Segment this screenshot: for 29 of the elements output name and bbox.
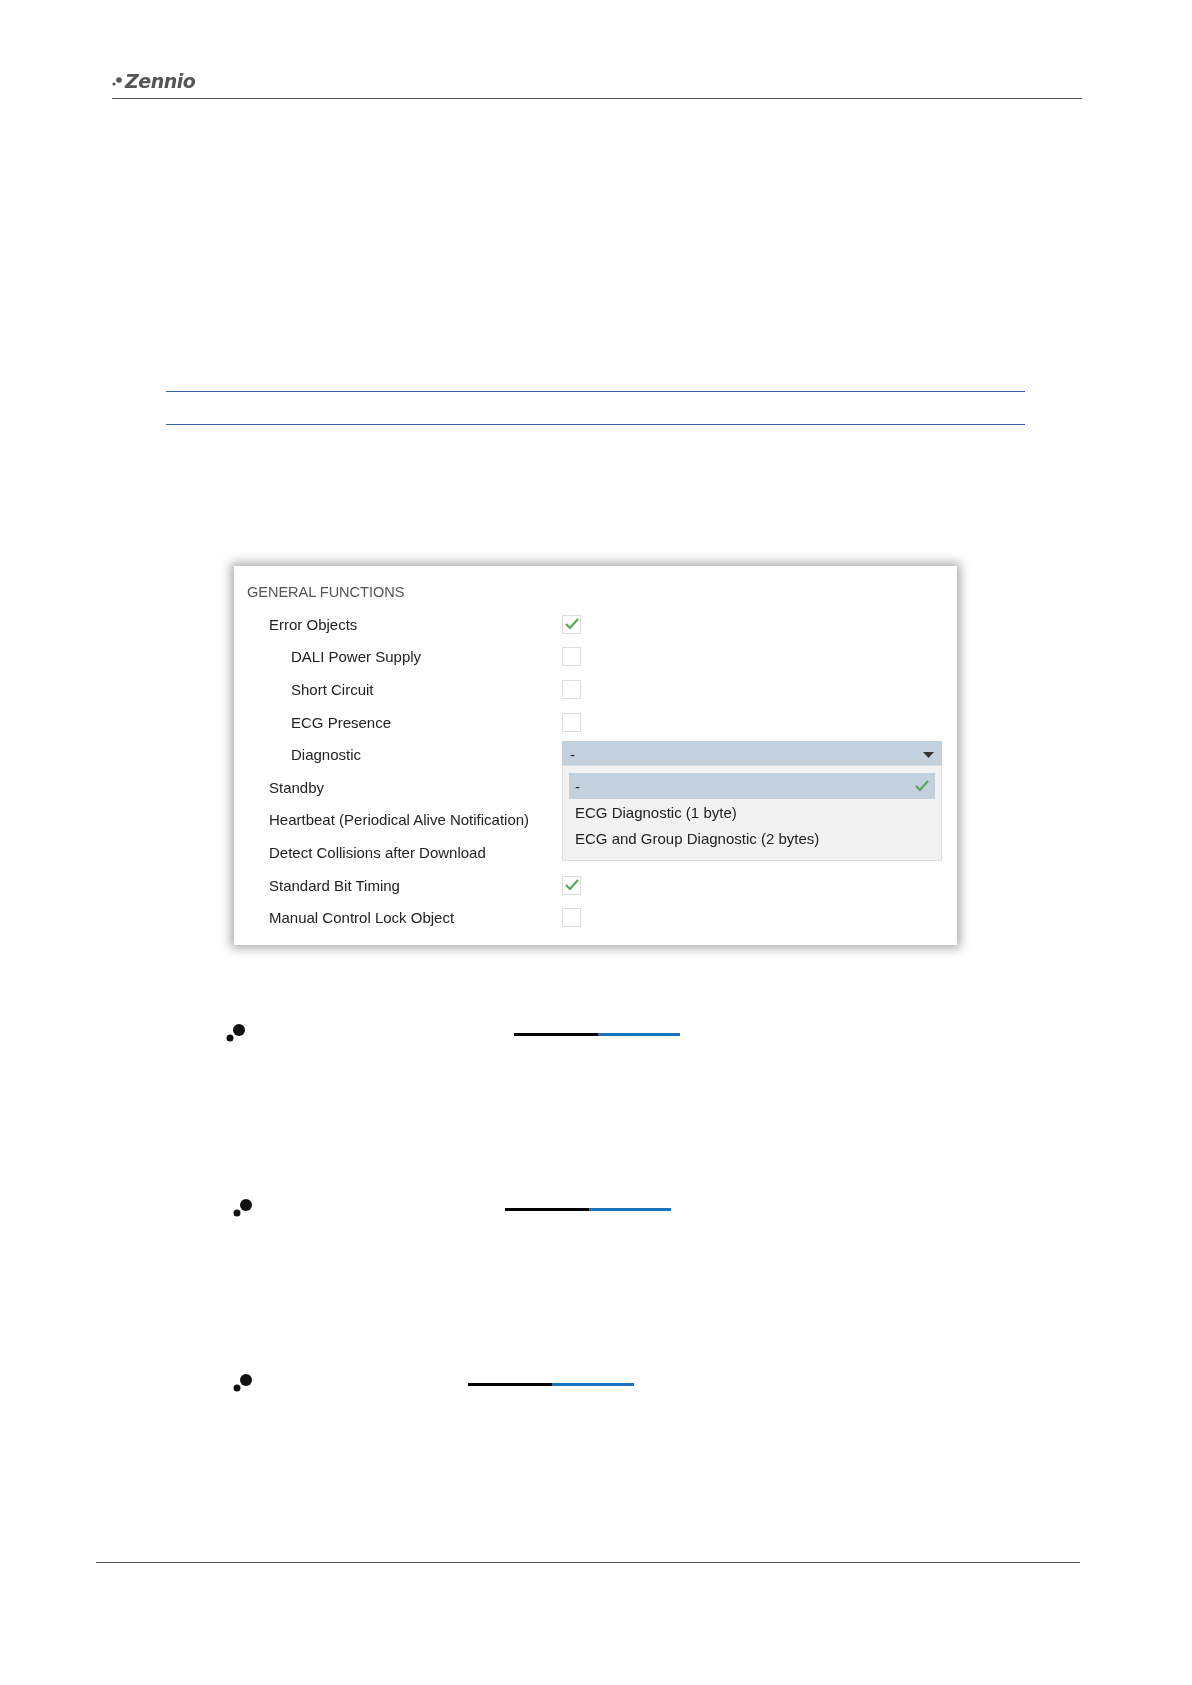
check-icon xyxy=(564,618,579,631)
checkbox[interactable] xyxy=(562,680,581,699)
checkbox[interactable] xyxy=(562,647,581,667)
option-label: DALI Power Supply xyxy=(291,648,422,666)
option-label: Detect Collisions after Download xyxy=(269,843,486,861)
check-icon xyxy=(564,879,579,892)
dropdown-option[interactable]: ECG and Group Diagnostic (2 bytes) xyxy=(569,825,935,851)
bullet-icon xyxy=(233,1198,253,1217)
bullet-icon xyxy=(226,1023,246,1042)
checkbox[interactable] xyxy=(562,712,581,732)
logo-dots-icon xyxy=(112,76,122,86)
option-label: Manual Control Lock Object xyxy=(269,909,455,927)
logo: Zennio xyxy=(125,70,196,92)
option-label: Standard Bit Timing xyxy=(269,876,400,894)
checkbox[interactable] xyxy=(562,908,581,928)
checkbox[interactable] xyxy=(562,875,581,895)
option-label: ECG Presence xyxy=(291,713,392,731)
option-label: Standby xyxy=(269,778,325,796)
option-label: Diagnostic xyxy=(291,746,362,764)
checkbox[interactable] xyxy=(562,614,581,634)
option-label: Heartbeat (Periodical Alive Notification) xyxy=(269,811,530,829)
bullet-icon xyxy=(233,1373,253,1392)
option-label: Error Objects xyxy=(269,615,358,633)
option-label: Short Circuit xyxy=(291,681,374,698)
check-icon xyxy=(915,780,929,792)
dropdown-option[interactable]: - xyxy=(569,773,935,799)
dropdown-option[interactable]: ECG Diagnostic (1 byte) xyxy=(569,799,935,825)
caret-icon xyxy=(923,751,934,758)
section-title: GENERAL FUNCTIONS xyxy=(247,584,406,602)
